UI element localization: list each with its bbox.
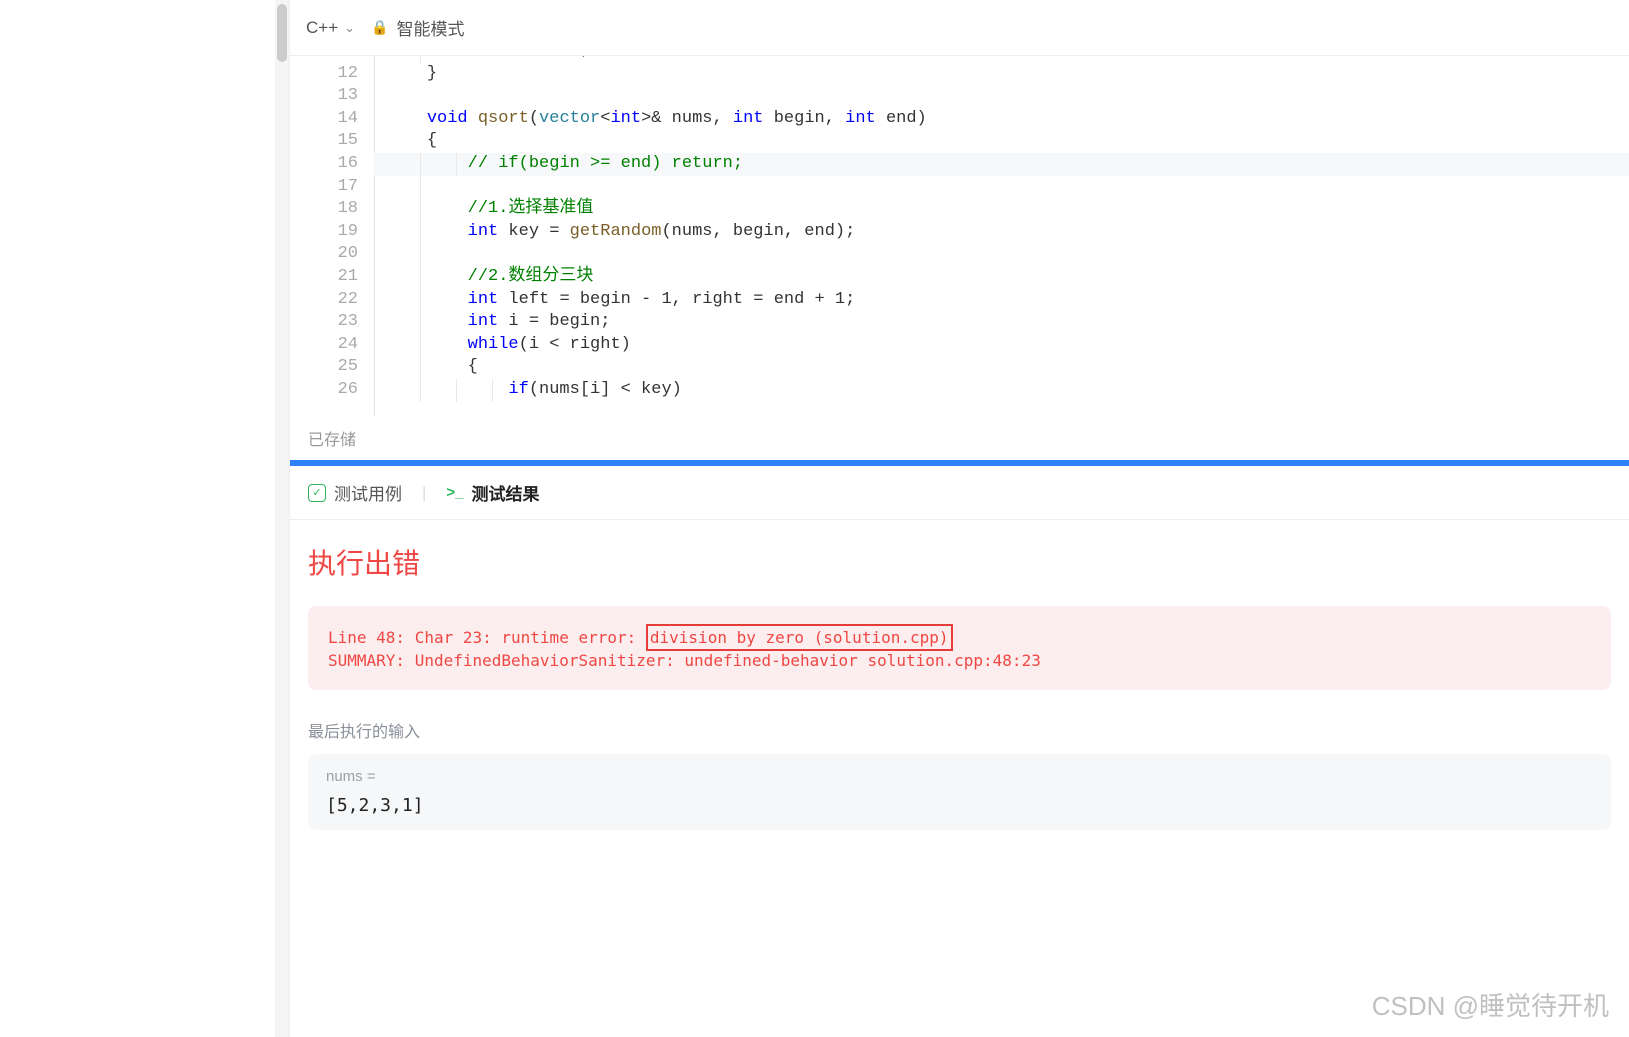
language-selector[interactable]: C++ ⌄ (306, 18, 355, 38)
code-line[interactable]: if(nums[i] < key) (374, 379, 1629, 402)
indent-guide (420, 311, 421, 334)
indent-guide (456, 153, 457, 176)
result-body: 执行出错 Line 48: Char 23: runtime error: di… (290, 520, 1629, 1037)
input-value: [5,2,3,1] (326, 795, 1593, 816)
line-number: 14 (290, 108, 358, 131)
sidebar-scrollbar[interactable] (275, 0, 289, 1037)
error-line-1: Line 48: Char 23: runtime error: divisio… (328, 624, 1591, 651)
code-line[interactable] (374, 85, 1629, 108)
line-number: 19 (290, 221, 358, 244)
indent-guide (420, 198, 421, 221)
indent-guide (492, 379, 493, 402)
tab-testcases[interactable]: ✓ 测试用例 (308, 480, 402, 505)
indent-guide (420, 289, 421, 312)
result-tabs: ✓ 测试用例 | >_ 测试结果 (290, 466, 1629, 520)
line-number: 16 (290, 153, 358, 176)
code-line[interactable]: int key = getRandom(nums, begin, end); (374, 221, 1629, 244)
last-input-label: 最后执行的输入 (308, 718, 1611, 742)
error-title: 执行出错 (308, 542, 1611, 582)
indent-guide (420, 221, 421, 244)
indent-guide (456, 379, 457, 402)
line-number: 22 (290, 289, 358, 312)
code-line[interactable]: { (374, 130, 1629, 153)
code-editor[interactable]: 11121314151617181920212223242526 return … (290, 56, 1629, 416)
terminal-icon: >_ (446, 484, 463, 501)
error-message-box: Line 48: Char 23: runtime error: divisio… (308, 606, 1611, 690)
line-gutter: 11121314151617181920212223242526 (290, 56, 374, 402)
code-line[interactable] (374, 176, 1629, 199)
code-line[interactable]: } (374, 63, 1629, 86)
main-panel: C++ ⌄ 🔒 智能模式 111213141516171819202122232… (290, 0, 1629, 1037)
indent-guide (420, 153, 421, 176)
line-number: 15 (290, 130, 358, 153)
code-line[interactable]: void qsort(vector<int>& nums, int begin,… (374, 108, 1629, 131)
code-line[interactable]: //1.选择基准值 (374, 198, 1629, 221)
line-number: 13 (290, 85, 358, 108)
save-status: 已存储 (290, 416, 1629, 460)
line-number: 26 (290, 379, 358, 402)
error-highlight: division by zero (solution.cpp) (646, 624, 953, 651)
code-area[interactable]: return nums; } void qsort(vector<int>& n… (374, 56, 1629, 402)
code-line[interactable]: int left = begin - 1, right = end + 1; (374, 289, 1629, 312)
tab-results[interactable]: >_ 测试结果 (446, 480, 539, 505)
indent-guide (420, 356, 421, 379)
code-line[interactable]: while(i < right) (374, 334, 1629, 357)
line-number: 17 (290, 176, 358, 199)
input-box: nums = [5,2,3,1] (308, 754, 1611, 830)
line-number: 24 (290, 334, 358, 357)
line-number: 12 (290, 63, 358, 86)
indent-guide (420, 379, 421, 402)
chevron-down-icon: ⌄ (344, 20, 355, 36)
code-line[interactable]: // if(begin >= end) return; (374, 153, 1629, 176)
indent-guide (420, 56, 421, 63)
line-number: 11 (290, 56, 358, 63)
scrollbar-thumb[interactable] (277, 4, 287, 62)
line-number: 23 (290, 311, 358, 334)
line-number: 25 (290, 356, 358, 379)
indent-guide (420, 334, 421, 357)
input-key: nums = (326, 768, 1593, 785)
indent-guide (420, 266, 421, 289)
smart-mode[interactable]: 🔒 智能模式 (371, 15, 464, 40)
language-label: C++ (306, 18, 338, 38)
indent-guide (420, 243, 421, 266)
line-number: 20 (290, 243, 358, 266)
editor-toolbar: C++ ⌄ 🔒 智能模式 (290, 0, 1629, 56)
indent-guide (420, 176, 421, 199)
mode-label: 智能模式 (396, 15, 464, 40)
lock-icon: 🔒 (371, 19, 388, 36)
code-line[interactable]: int i = begin; (374, 311, 1629, 334)
code-line[interactable]: return nums; (374, 56, 1629, 63)
checkbox-icon: ✓ (308, 484, 326, 502)
line-number: 21 (290, 266, 358, 289)
error-line-2: SUMMARY: UndefinedBehaviorSanitizer: und… (328, 649, 1591, 672)
line-number: 18 (290, 198, 358, 221)
tab-separator: | (422, 483, 426, 503)
code-line[interactable]: { (374, 356, 1629, 379)
sidebar (0, 0, 290, 1037)
code-line[interactable] (374, 243, 1629, 266)
code-line[interactable]: //2.数组分三块 (374, 266, 1629, 289)
